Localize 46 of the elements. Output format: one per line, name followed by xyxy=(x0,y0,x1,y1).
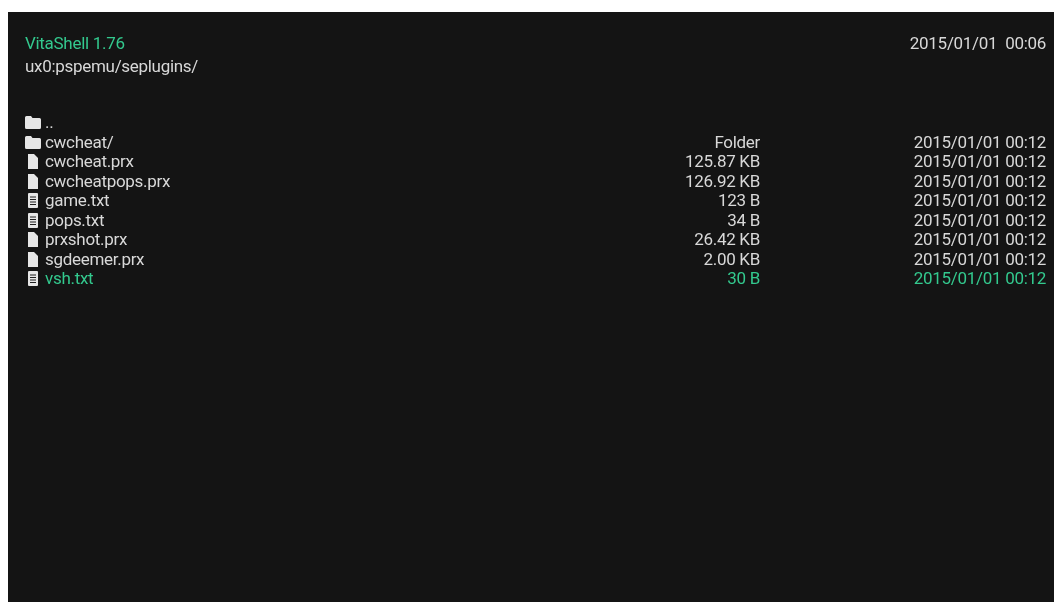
folder-icon xyxy=(25,135,41,149)
file-size: 125.87 KB xyxy=(683,152,760,172)
file-row[interactable]: .. xyxy=(25,113,1046,133)
file-row[interactable]: cwcheat.prx 125.87 KB 2015/01/01 00:12 xyxy=(25,152,1046,172)
current-path: ux0:pspemu/seplugins/ xyxy=(25,56,199,76)
file-name: pops.txt xyxy=(45,210,105,230)
file-size: 30 B xyxy=(726,269,760,289)
file-name: cwcheat.prx xyxy=(45,152,134,172)
text-file-icon xyxy=(25,193,41,209)
file-icon xyxy=(25,251,41,267)
file-name: cwcheat/ xyxy=(45,132,114,152)
file-row[interactable]: prxshot.prx 26.42 KB 2015/01/01 00:12 xyxy=(25,230,1046,250)
file-name: .. xyxy=(45,113,54,133)
file-row[interactable]: cwcheat/ Folder 2015/01/01 00:12 xyxy=(25,132,1046,152)
text-file-icon xyxy=(25,212,41,228)
file-date: 2015/01/01 00:12 xyxy=(912,171,1046,191)
app-title: VitaShell 1.76 xyxy=(25,34,126,54)
file-size: 34 B xyxy=(726,210,760,230)
file-row[interactable]: pops.txt 34 B 2015/01/01 00:12 xyxy=(25,210,1046,230)
file-size: Folder xyxy=(713,132,760,152)
folder-icon xyxy=(25,116,41,130)
file-size: 2.00 KB xyxy=(702,249,760,269)
file-name: sgdeemer.prx xyxy=(45,249,145,269)
file-size: 26.42 KB xyxy=(693,230,760,250)
file-size: 123 B xyxy=(717,191,760,211)
file-row[interactable]: cwcheatpops.prx 126.92 KB 2015/01/01 00:12 xyxy=(25,171,1046,191)
file-date: 2015/01/01 00:12 xyxy=(912,132,1046,152)
file-date: 2015/01/01 00:12 xyxy=(912,210,1046,230)
file-name: cwcheatpops.prx xyxy=(45,171,171,191)
file-date: 2015/01/01 00:12 xyxy=(912,269,1046,289)
file-icon xyxy=(25,154,41,170)
file-row[interactable]: game.txt 123 B 2015/01/01 00:12 xyxy=(25,191,1046,211)
file-name: prxshot.prx xyxy=(45,230,128,250)
file-date: 2015/01/01 00:12 xyxy=(912,152,1046,172)
file-date: 2015/01/01 00:12 xyxy=(912,249,1046,269)
file-date: 2015/01/01 00:12 xyxy=(912,191,1046,211)
file-icon xyxy=(25,173,41,189)
file-size: 126.92 KB xyxy=(683,171,760,191)
file-icon xyxy=(25,232,41,248)
file-row[interactable]: vsh.txt 30 B 2015/01/01 00:12 xyxy=(25,269,1046,289)
file-row[interactable]: sgdeemer.prx 2.00 KB 2015/01/01 00:12 xyxy=(25,249,1046,269)
file-date: 2015/01/01 00:12 xyxy=(912,230,1046,250)
text-file-icon xyxy=(25,271,41,287)
file-name: game.txt xyxy=(45,191,110,211)
clock: 2015/01/01 00:06 xyxy=(909,34,1046,55)
file-name: vsh.txt xyxy=(45,269,94,289)
